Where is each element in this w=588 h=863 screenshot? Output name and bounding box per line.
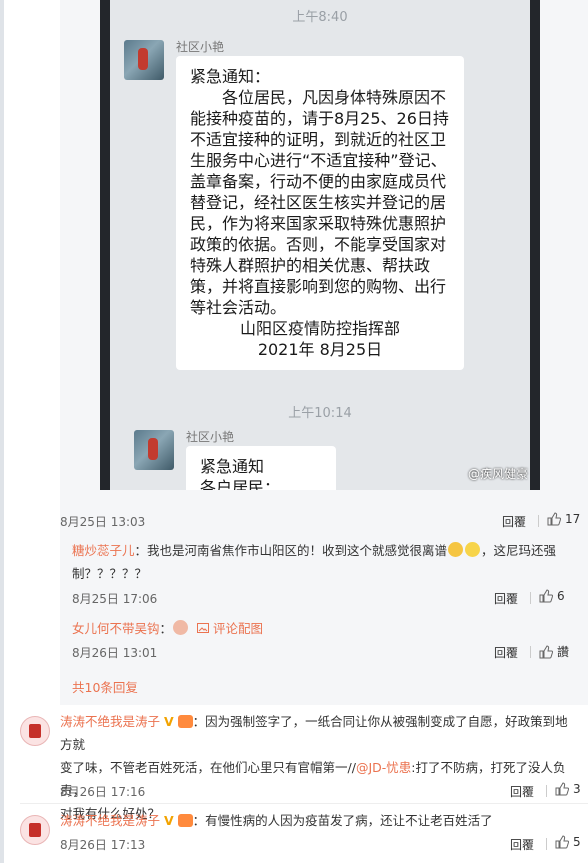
notice2-title: 紧急通知 bbox=[200, 457, 265, 476]
comment-2: 涛涛不绝我是涛子 V ：因为强制签字了，一纸合同让你从被强制变成了自愿，好政策到… bbox=[60, 710, 580, 825]
left-rail bbox=[0, 0, 4, 863]
rank-badge-icon bbox=[177, 715, 193, 728]
sender-avatar-2 bbox=[134, 430, 174, 470]
comment-3-text: ：有慢性病的人因为疫苗发了病，还让不让老百姓活了 bbox=[192, 813, 493, 828]
comment-3: 涛涛不绝我是涛子 V ：有慢性病的人因为疫苗发了病，还让不让老百姓活了 bbox=[60, 809, 580, 832]
notice-title: 紧急通知： bbox=[190, 67, 271, 86]
message-bubble: 紧急通知： 各位居民，凡因身体特殊原因不能接种疫苗的，请于8月25、26日持不适… bbox=[176, 56, 464, 370]
sub-comment-1-text-b: ，这尼玛还强 bbox=[481, 543, 557, 558]
comment-3-user[interactable]: 涛涛不绝我是涛子 bbox=[60, 813, 160, 828]
sub-comment-2-user[interactable]: 女儿何不带吴钩 bbox=[72, 621, 160, 636]
post-image[interactable]: 上午8:40 社区小艳 紧急通知： 各位居民，凡因身体特殊原因不能接种疫苗的，请… bbox=[100, 0, 540, 490]
verified-v-icon: V bbox=[164, 714, 174, 729]
divider bbox=[530, 592, 531, 604]
comment-3-like-button[interactable]: 5 bbox=[555, 835, 581, 849]
comment-2-text-b: 变了味，不管老百姓死活，在他们心里只有官帽第一// bbox=[60, 760, 356, 775]
chat-time-top: 上午8:40 bbox=[292, 10, 348, 25]
sub-comment-1-text-c: 制？？？？？ bbox=[72, 566, 148, 581]
user-avatar[interactable] bbox=[20, 716, 50, 746]
chat-time-mid: 上午10:14 bbox=[288, 406, 352, 421]
thumb-up-icon bbox=[539, 644, 553, 658]
post-like-button[interactable]: 17 bbox=[547, 512, 580, 526]
sub-comment-1-like-button[interactable]: 6 bbox=[539, 589, 565, 603]
image-icon bbox=[196, 623, 209, 633]
thumb-up-icon bbox=[555, 835, 569, 849]
thumb-up-icon bbox=[547, 512, 561, 526]
notice-body: 各位居民，凡因身体特殊原因不能接种疫苗的，请于8月25、26日持不适宜接种的证明… bbox=[190, 88, 449, 317]
comment-3-like-count: 5 bbox=[573, 835, 581, 849]
sender-name: 社区小艳 bbox=[176, 40, 225, 54]
sub-comment-1-date: 8月25日 17:06 bbox=[72, 592, 158, 606]
notice2-line: 各户居民： bbox=[200, 478, 281, 490]
comment-picture-link[interactable]: 评论配图 bbox=[196, 621, 263, 636]
divider bbox=[546, 785, 547, 797]
sub-comment-1-user[interactable]: 糖炒蕊子儿 bbox=[72, 543, 135, 558]
sub-comment-1-text: ：我也是河南省焦作市山阳区的！收到这个就感觉很离谱 bbox=[134, 543, 448, 558]
phone-screen: 上午8:40 社区小艳 紧急通知： 各位居民，凡因身体特殊原因不能接种疫苗的，请… bbox=[110, 0, 530, 490]
post-date: 8月25日 13:03 bbox=[60, 515, 146, 529]
sub-comment-2-date: 8月26日 13:01 bbox=[72, 646, 158, 660]
sub-comment-1-reply-button[interactable]: 回覆 bbox=[494, 590, 518, 607]
image-watermark: @疾风健豪 bbox=[467, 467, 528, 481]
sub-comment-1: 糖炒蕊子儿：我也是河南省焦作市山阳区的！收到这个就感觉很离谱 ，这尼玛还强 制？？… bbox=[72, 539, 572, 585]
divider bbox=[20, 803, 588, 804]
sub-comment-2-like-label: 讚 bbox=[557, 645, 570, 659]
sub-comment-2: 女儿何不带吴钩： 评论配图 bbox=[72, 617, 572, 640]
crying-emoji-icon bbox=[173, 620, 189, 635]
divider bbox=[530, 646, 531, 658]
thumb-up-icon bbox=[539, 589, 553, 603]
rank-badge-icon bbox=[177, 814, 193, 827]
comment-2-date: 8月26日 17:16 bbox=[60, 785, 146, 799]
sender-name-2: 社区小艳 bbox=[186, 430, 235, 444]
post-reply-button[interactable]: 回覆 bbox=[502, 513, 526, 530]
message-bubble-2: 紧急通知 各户居民： bbox=[186, 446, 336, 490]
user-avatar[interactable] bbox=[20, 815, 50, 845]
verified-v-icon: V bbox=[164, 813, 174, 828]
comment-3-reply-button[interactable]: 回覆 bbox=[510, 836, 534, 853]
divider bbox=[546, 838, 547, 850]
sub-comment-1-like-count: 6 bbox=[557, 589, 565, 603]
think-emoji-icon bbox=[465, 542, 481, 557]
sub-comment-2-text: ： bbox=[159, 621, 173, 636]
comment-2-reply-button[interactable]: 回覆 bbox=[510, 783, 534, 800]
sender-avatar bbox=[124, 40, 164, 80]
comment-3-date: 8月26日 17:13 bbox=[60, 838, 146, 852]
thumb-up-icon bbox=[555, 782, 569, 796]
mention-link[interactable]: @JD-忧患 bbox=[356, 760, 411, 775]
comment-2-like-button[interactable]: 3 bbox=[555, 782, 581, 796]
post-like-count: 17 bbox=[565, 512, 581, 526]
comment-2-user[interactable]: 涛涛不绝我是涛子 bbox=[60, 714, 160, 729]
smile-emoji-icon bbox=[448, 542, 464, 557]
comment-2-like-count: 3 bbox=[573, 782, 581, 796]
divider bbox=[538, 515, 539, 527]
notice-sign-date: 2021年 8月25日 bbox=[257, 340, 383, 359]
sub-comment-2-like-button[interactable]: 讚 bbox=[539, 643, 569, 660]
notice-sign-org: 山阳区疫情防控指挥部 bbox=[239, 319, 400, 338]
sub-comment-2-reply-button[interactable]: 回覆 bbox=[494, 644, 518, 661]
comment-picture-link-label: 评论配图 bbox=[212, 621, 263, 636]
more-replies-link[interactable]: 共10条回复 bbox=[72, 677, 138, 696]
